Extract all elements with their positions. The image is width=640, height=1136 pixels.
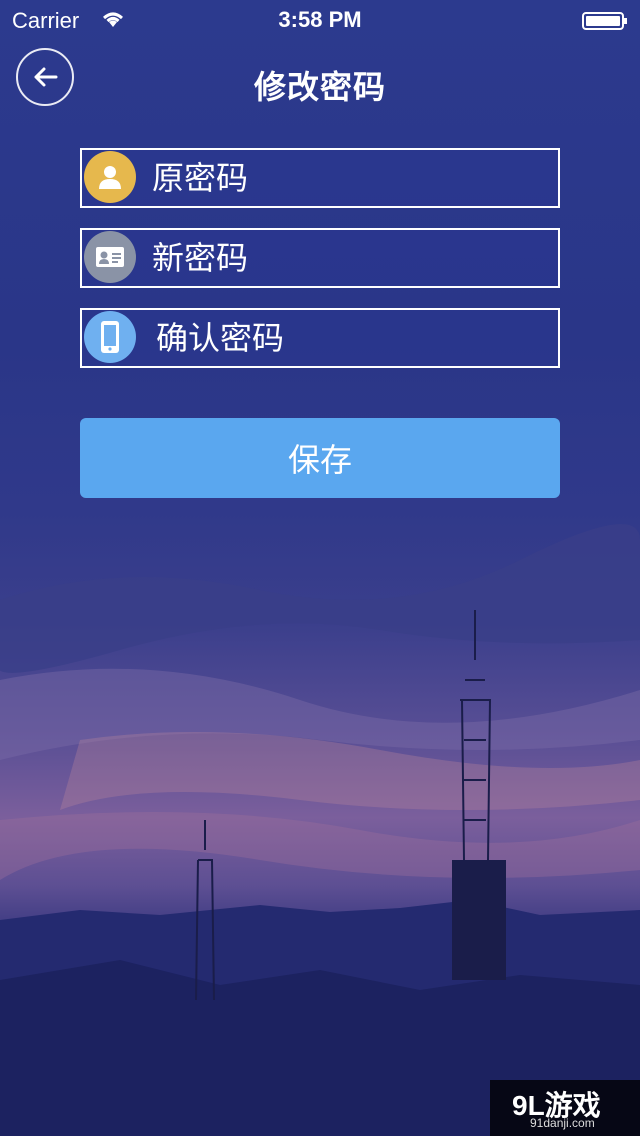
id-card-icon <box>84 231 136 283</box>
user-icon <box>84 151 136 203</box>
battery-icon <box>582 11 628 30</box>
new-password-field[interactable] <box>80 228 560 288</box>
page-title: 修改密码 <box>253 68 386 106</box>
save-button[interactable]: 保存 <box>80 418 560 498</box>
old-password-field[interactable] <box>80 148 560 208</box>
confirm-password-input[interactable] <box>156 310 546 366</box>
watermark-site: 91danji.com <box>530 1116 595 1130</box>
confirm-password-field[interactable] <box>80 308 560 368</box>
status-bar: Carrier 3:58 PM <box>0 0 640 40</box>
new-password-input[interactable] <box>152 230 542 286</box>
watermark: 9L游戏 91danji.com <box>490 1080 640 1136</box>
phone-icon <box>84 311 136 363</box>
status-time: 3:58 PM <box>278 7 362 32</box>
old-password-input[interactable] <box>152 150 542 206</box>
